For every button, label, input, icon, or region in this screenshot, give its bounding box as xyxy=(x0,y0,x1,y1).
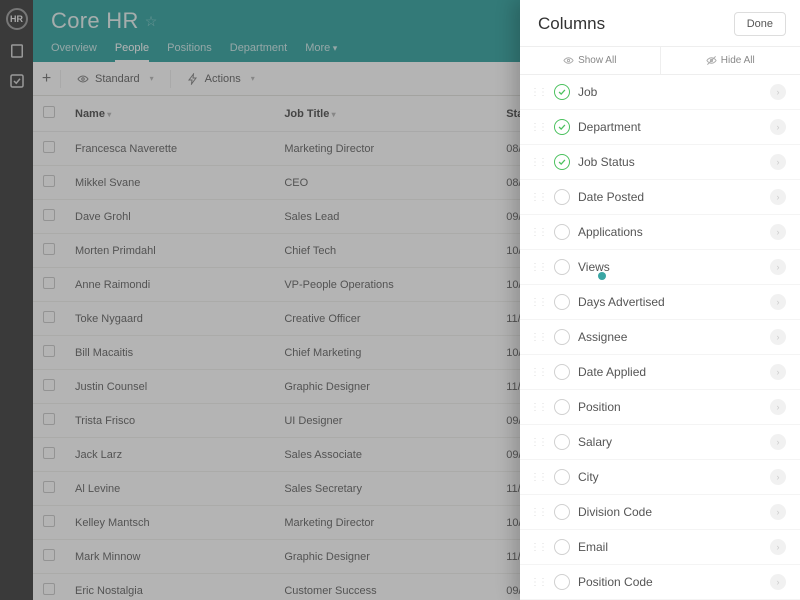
column-option[interactable]: ⋮⋮ Job Status › xyxy=(520,145,800,180)
column-option[interactable]: ⋮⋮ Position › xyxy=(520,390,800,425)
drag-handle-icon[interactable]: ⋮⋮ xyxy=(530,192,546,203)
drag-handle-icon[interactable]: ⋮⋮ xyxy=(530,402,546,413)
circle-icon xyxy=(554,574,570,590)
chevron-right-icon[interactable]: › xyxy=(770,539,786,555)
check-circle-icon xyxy=(554,84,570,100)
column-option[interactable]: ⋮⋮ Date Applied › xyxy=(520,355,800,390)
columns-panel-actions: Show All Hide All xyxy=(520,46,800,75)
circle-icon xyxy=(554,259,570,275)
column-label: Assignee xyxy=(578,330,762,344)
column-label: Position Code xyxy=(578,575,762,589)
show-all-label: Show All xyxy=(578,55,616,66)
rail-item-doc[interactable] xyxy=(8,42,26,60)
drag-handle-icon[interactable]: ⋮⋮ xyxy=(530,367,546,378)
column-option[interactable]: ⋮⋮ Job › xyxy=(520,75,800,110)
chevron-right-icon[interactable]: › xyxy=(770,154,786,170)
column-option[interactable]: ⋮⋮ Applications › xyxy=(520,215,800,250)
eye-off-icon xyxy=(706,55,717,66)
chevron-right-icon[interactable]: › xyxy=(770,574,786,590)
chevron-right-icon[interactable]: › xyxy=(770,434,786,450)
drag-handle-icon[interactable]: ⋮⋮ xyxy=(530,507,546,518)
circle-icon xyxy=(554,224,570,240)
columns-panel-header: Columns Done xyxy=(520,0,800,46)
drag-handle-icon[interactable]: ⋮⋮ xyxy=(530,227,546,238)
checkbox-icon xyxy=(8,72,26,90)
circle-icon xyxy=(554,189,570,205)
chevron-right-icon[interactable]: › xyxy=(770,119,786,135)
column-option[interactable]: ⋮⋮ Salary › xyxy=(520,425,800,460)
hide-all-button[interactable]: Hide All xyxy=(661,47,800,74)
drag-handle-icon[interactable]: ⋮⋮ xyxy=(530,262,546,273)
drag-handle-icon[interactable]: ⋮⋮ xyxy=(530,87,546,98)
drag-handle-icon[interactable]: ⋮⋮ xyxy=(530,472,546,483)
drag-handle-icon[interactable]: ⋮⋮ xyxy=(530,157,546,168)
column-label: Position xyxy=(578,400,762,414)
columns-list[interactable]: ⋮⋮ Job ›⋮⋮ Department ›⋮⋮ Job Status ›⋮⋮… xyxy=(520,75,800,600)
chevron-right-icon[interactable]: › xyxy=(770,469,786,485)
app-logo[interactable]: HR xyxy=(6,8,28,30)
column-label: Days Advertised xyxy=(578,295,762,309)
column-option[interactable]: ⋮⋮ Assignee › xyxy=(520,320,800,355)
chevron-right-icon[interactable]: › xyxy=(770,189,786,205)
circle-icon xyxy=(554,329,570,345)
columns-panel: Columns Done Show All Hide All ⋮⋮ Job ›⋮… xyxy=(520,0,800,600)
circle-icon xyxy=(554,504,570,520)
column-option[interactable]: ⋮⋮ Views › xyxy=(520,250,800,285)
drag-handle-icon[interactable]: ⋮⋮ xyxy=(530,542,546,553)
left-rail: HR xyxy=(0,0,33,600)
chevron-right-icon[interactable]: › xyxy=(770,364,786,380)
indicator-dot xyxy=(598,272,606,280)
circle-icon xyxy=(554,364,570,380)
column-label: Date Posted xyxy=(578,190,762,204)
column-option[interactable]: ⋮⋮ Email › xyxy=(520,530,800,565)
circle-icon xyxy=(554,399,570,415)
column-label: Email xyxy=(578,540,762,554)
column-label: Views xyxy=(578,260,762,274)
document-icon xyxy=(8,42,26,60)
column-label: Applications xyxy=(578,225,762,239)
column-label: Date Applied xyxy=(578,365,762,379)
circle-icon xyxy=(554,469,570,485)
column-option[interactable]: ⋮⋮ Date Posted › xyxy=(520,180,800,215)
chevron-right-icon[interactable]: › xyxy=(770,294,786,310)
main-area: Core HR ☆ Overview People Positions Depa… xyxy=(33,0,800,600)
eye-icon xyxy=(563,55,574,66)
chevron-right-icon[interactable]: › xyxy=(770,259,786,275)
chevron-right-icon[interactable]: › xyxy=(770,504,786,520)
column-label: Department xyxy=(578,120,762,134)
drag-handle-icon[interactable]: ⋮⋮ xyxy=(530,577,546,588)
circle-icon xyxy=(554,294,570,310)
column-option[interactable]: ⋮⋮ Division Code › xyxy=(520,495,800,530)
column-label: Division Code xyxy=(578,505,762,519)
check-circle-icon xyxy=(554,154,570,170)
column-option[interactable]: ⋮⋮ Position Code › xyxy=(520,565,800,600)
show-all-button[interactable]: Show All xyxy=(520,47,661,74)
chevron-right-icon[interactable]: › xyxy=(770,399,786,415)
chevron-right-icon[interactable]: › xyxy=(770,84,786,100)
column-label: City xyxy=(578,470,762,484)
drag-handle-icon[interactable]: ⋮⋮ xyxy=(530,297,546,308)
column-option[interactable]: ⋮⋮ Days Advertised › xyxy=(520,285,800,320)
done-button[interactable]: Done xyxy=(734,12,786,36)
chevron-right-icon[interactable]: › xyxy=(770,329,786,345)
column-option[interactable]: ⋮⋮ City › xyxy=(520,460,800,495)
circle-icon xyxy=(554,434,570,450)
columns-panel-title: Columns xyxy=(538,14,605,34)
drag-handle-icon[interactable]: ⋮⋮ xyxy=(530,122,546,133)
hide-all-label: Hide All xyxy=(721,55,755,66)
drag-handle-icon[interactable]: ⋮⋮ xyxy=(530,332,546,343)
drag-handle-icon[interactable]: ⋮⋮ xyxy=(530,437,546,448)
check-circle-icon xyxy=(554,119,570,135)
column-option[interactable]: ⋮⋮ Department › xyxy=(520,110,800,145)
column-label: Job xyxy=(578,85,762,99)
column-label: Salary xyxy=(578,435,762,449)
circle-icon xyxy=(554,539,570,555)
column-label: Job Status xyxy=(578,155,762,169)
chevron-right-icon[interactable]: › xyxy=(770,224,786,240)
rail-item-check[interactable] xyxy=(8,72,26,90)
